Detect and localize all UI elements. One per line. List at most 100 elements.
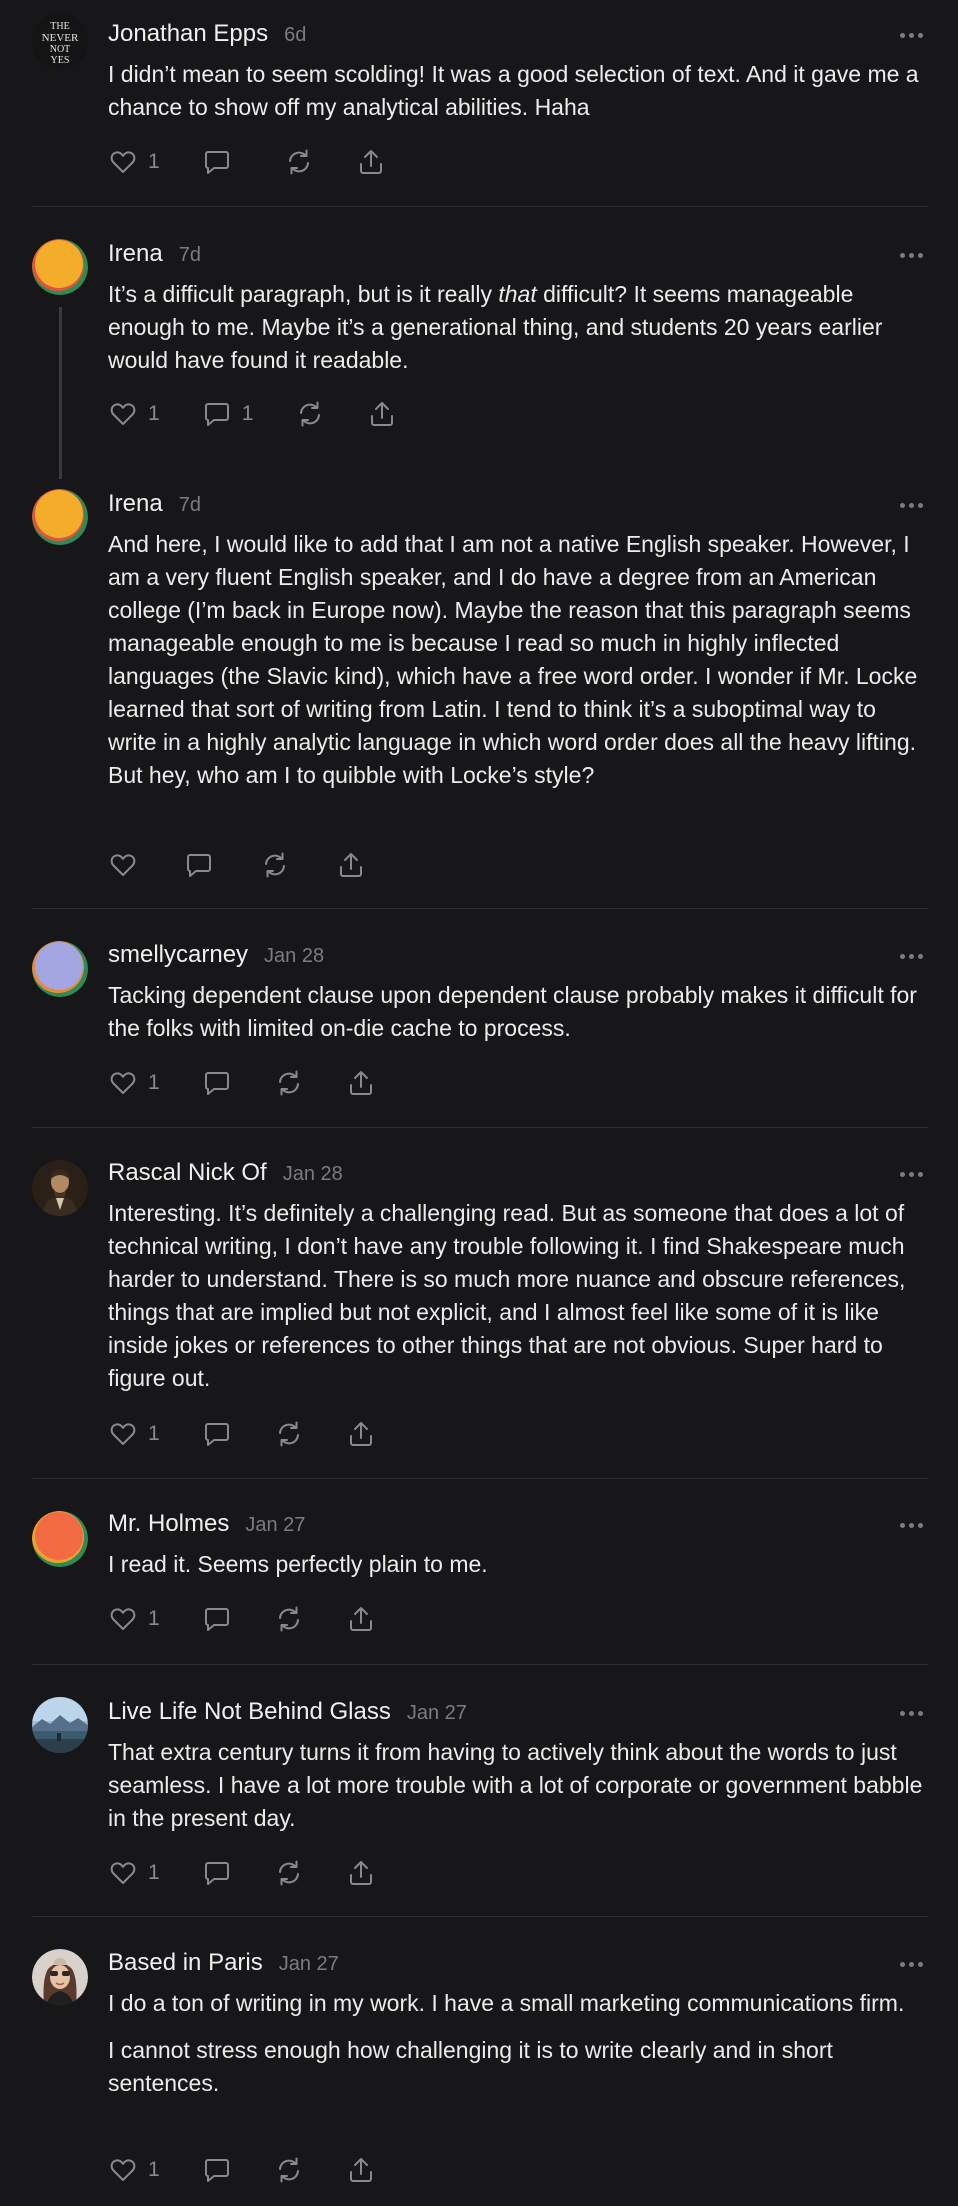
restack-arrows-icon xyxy=(295,399,325,429)
share-button[interactable] xyxy=(346,1603,376,1635)
share-button[interactable] xyxy=(336,849,366,881)
comment-actions: 1 1 xyxy=(108,398,439,430)
like-button[interactable]: 1 xyxy=(108,146,160,178)
comment-bubble-icon xyxy=(202,147,232,177)
avatar-irena[interactable] xyxy=(32,489,88,545)
more-dots-icon[interactable] xyxy=(900,31,924,39)
reply-button[interactable] xyxy=(202,1603,232,1635)
timestamp[interactable]: 7d xyxy=(179,494,201,517)
comment-paragraph: Interesting. It’s definitely a challengi… xyxy=(108,1200,906,1391)
share-icon xyxy=(346,1419,376,1449)
heart-icon xyxy=(108,850,138,880)
reply-button[interactable] xyxy=(202,1857,232,1889)
more-dots-icon[interactable] xyxy=(900,1960,924,1968)
more-dots-icon[interactable] xyxy=(900,1709,924,1717)
like-button[interactable]: 1 xyxy=(108,1857,160,1889)
author-name[interactable]: Irena xyxy=(108,490,163,518)
share-icon xyxy=(356,147,386,177)
reply-button[interactable] xyxy=(202,2154,232,2186)
heart-icon xyxy=(108,147,138,177)
like-button[interactable]: 1 xyxy=(108,1418,160,1450)
avatar-irena[interactable] xyxy=(32,239,88,295)
restack-button[interactable] xyxy=(274,1603,304,1635)
like-button[interactable]: 1 xyxy=(108,1603,160,1635)
comment-paragraph: Tacking dependent clause upon dependent … xyxy=(108,982,917,1041)
reply-button[interactable] xyxy=(202,1067,232,1099)
comment: THE NEVER NOT YES Jonathan Epps 6d I did… xyxy=(0,0,958,207)
timestamp[interactable]: 7d xyxy=(179,244,201,267)
timestamp[interactable]: 6d xyxy=(284,24,306,47)
restack-button[interactable] xyxy=(295,398,325,430)
heart-icon xyxy=(108,1858,138,1888)
timestamp[interactable]: Jan 27 xyxy=(245,1514,305,1537)
comment: Rascal Nick Of Jan 28 Interesting. It’s … xyxy=(0,1128,958,1479)
more-dots-icon[interactable] xyxy=(900,952,924,960)
avatar-rascal-nick-of[interactable] xyxy=(32,1160,88,1216)
avatar-live-life-not-behind-glass[interactable] xyxy=(32,1697,88,1753)
restack-button[interactable] xyxy=(284,146,314,178)
restack-button[interactable] xyxy=(274,1418,304,1450)
avatar-mr-holmes[interactable] xyxy=(32,1511,88,1567)
share-button[interactable] xyxy=(356,146,386,178)
author-name[interactable]: Irena xyxy=(108,240,163,268)
restack-button[interactable] xyxy=(274,1857,304,1889)
avatar-the-never-not-yes[interactable]: THE NEVER NOT YES xyxy=(32,13,88,69)
share-icon xyxy=(346,2155,376,2185)
comment-paragraph: I read it. Seems perfectly plain to me. xyxy=(108,1551,488,1577)
share-button[interactable] xyxy=(346,1857,376,1889)
more-dots-icon[interactable] xyxy=(900,1521,924,1529)
svg-text:NOT: NOT xyxy=(50,44,71,55)
share-button[interactable] xyxy=(346,2154,376,2186)
reply-button[interactable] xyxy=(202,1418,232,1450)
share-icon xyxy=(346,1604,376,1634)
timestamp[interactable]: Jan 28 xyxy=(264,945,324,968)
restack-arrows-icon xyxy=(284,147,314,177)
timestamp[interactable]: Jan 28 xyxy=(283,1163,343,1186)
like-count: 1 xyxy=(148,1422,160,1445)
restack-button[interactable] xyxy=(274,2154,304,2186)
like-count: 1 xyxy=(148,150,160,173)
like-button[interactable] xyxy=(108,849,138,881)
timestamp[interactable]: Jan 27 xyxy=(407,1702,467,1725)
share-icon xyxy=(346,1068,376,1098)
comment-actions: 1 xyxy=(108,1603,418,1635)
share-button[interactable] xyxy=(346,1418,376,1450)
like-button[interactable]: 1 xyxy=(108,398,160,430)
more-dots-icon[interactable] xyxy=(900,251,924,259)
like-count: 1 xyxy=(148,402,160,425)
like-count: 1 xyxy=(148,1607,160,1630)
comment: Irena 7d It’s a difficult paragraph, but… xyxy=(0,207,958,479)
like-count: 1 xyxy=(148,1861,160,1884)
author-name[interactable]: Mr. Holmes xyxy=(108,1510,229,1538)
restack-arrows-icon xyxy=(274,1068,304,1098)
like-button[interactable]: 1 xyxy=(108,1067,160,1099)
author-name[interactable]: Rascal Nick Of xyxy=(108,1159,267,1187)
heart-icon xyxy=(108,1604,138,1634)
avatar-smellycarney[interactable] xyxy=(32,941,88,997)
reply-button[interactable] xyxy=(202,146,242,178)
restack-button[interactable] xyxy=(260,849,290,881)
like-button[interactable]: 1 xyxy=(108,2154,160,2186)
heart-icon xyxy=(108,2155,138,2185)
share-icon xyxy=(346,1858,376,1888)
share-button[interactable] xyxy=(367,398,397,430)
more-dots-icon[interactable] xyxy=(900,1170,924,1178)
timestamp[interactable]: Jan 27 xyxy=(279,1953,339,1976)
svg-text:YES: YES xyxy=(51,55,70,66)
avatar-based-in-paris[interactable] xyxy=(32,1949,88,2005)
reply-button[interactable] xyxy=(184,849,214,881)
author-name[interactable]: smellycarney xyxy=(108,941,248,969)
share-button[interactable] xyxy=(346,1067,376,1099)
like-count: 1 xyxy=(148,2158,160,2181)
reply-button[interactable]: 1 xyxy=(202,398,253,430)
author-name[interactable]: Based in Paris xyxy=(108,1949,263,1977)
restack-arrows-icon xyxy=(274,1604,304,1634)
heart-icon xyxy=(108,1419,138,1449)
restack-button[interactable] xyxy=(274,1067,304,1099)
comment-actions: 1 xyxy=(108,1857,418,1889)
comment-body: I didn’t mean to seem scolding! It was a… xyxy=(108,58,928,124)
author-name[interactable]: Jonathan Epps xyxy=(108,20,268,48)
svg-text:NEVER: NEVER xyxy=(42,32,79,44)
more-dots-icon[interactable] xyxy=(900,501,924,509)
author-name[interactable]: Live Life Not Behind Glass xyxy=(108,1698,391,1726)
